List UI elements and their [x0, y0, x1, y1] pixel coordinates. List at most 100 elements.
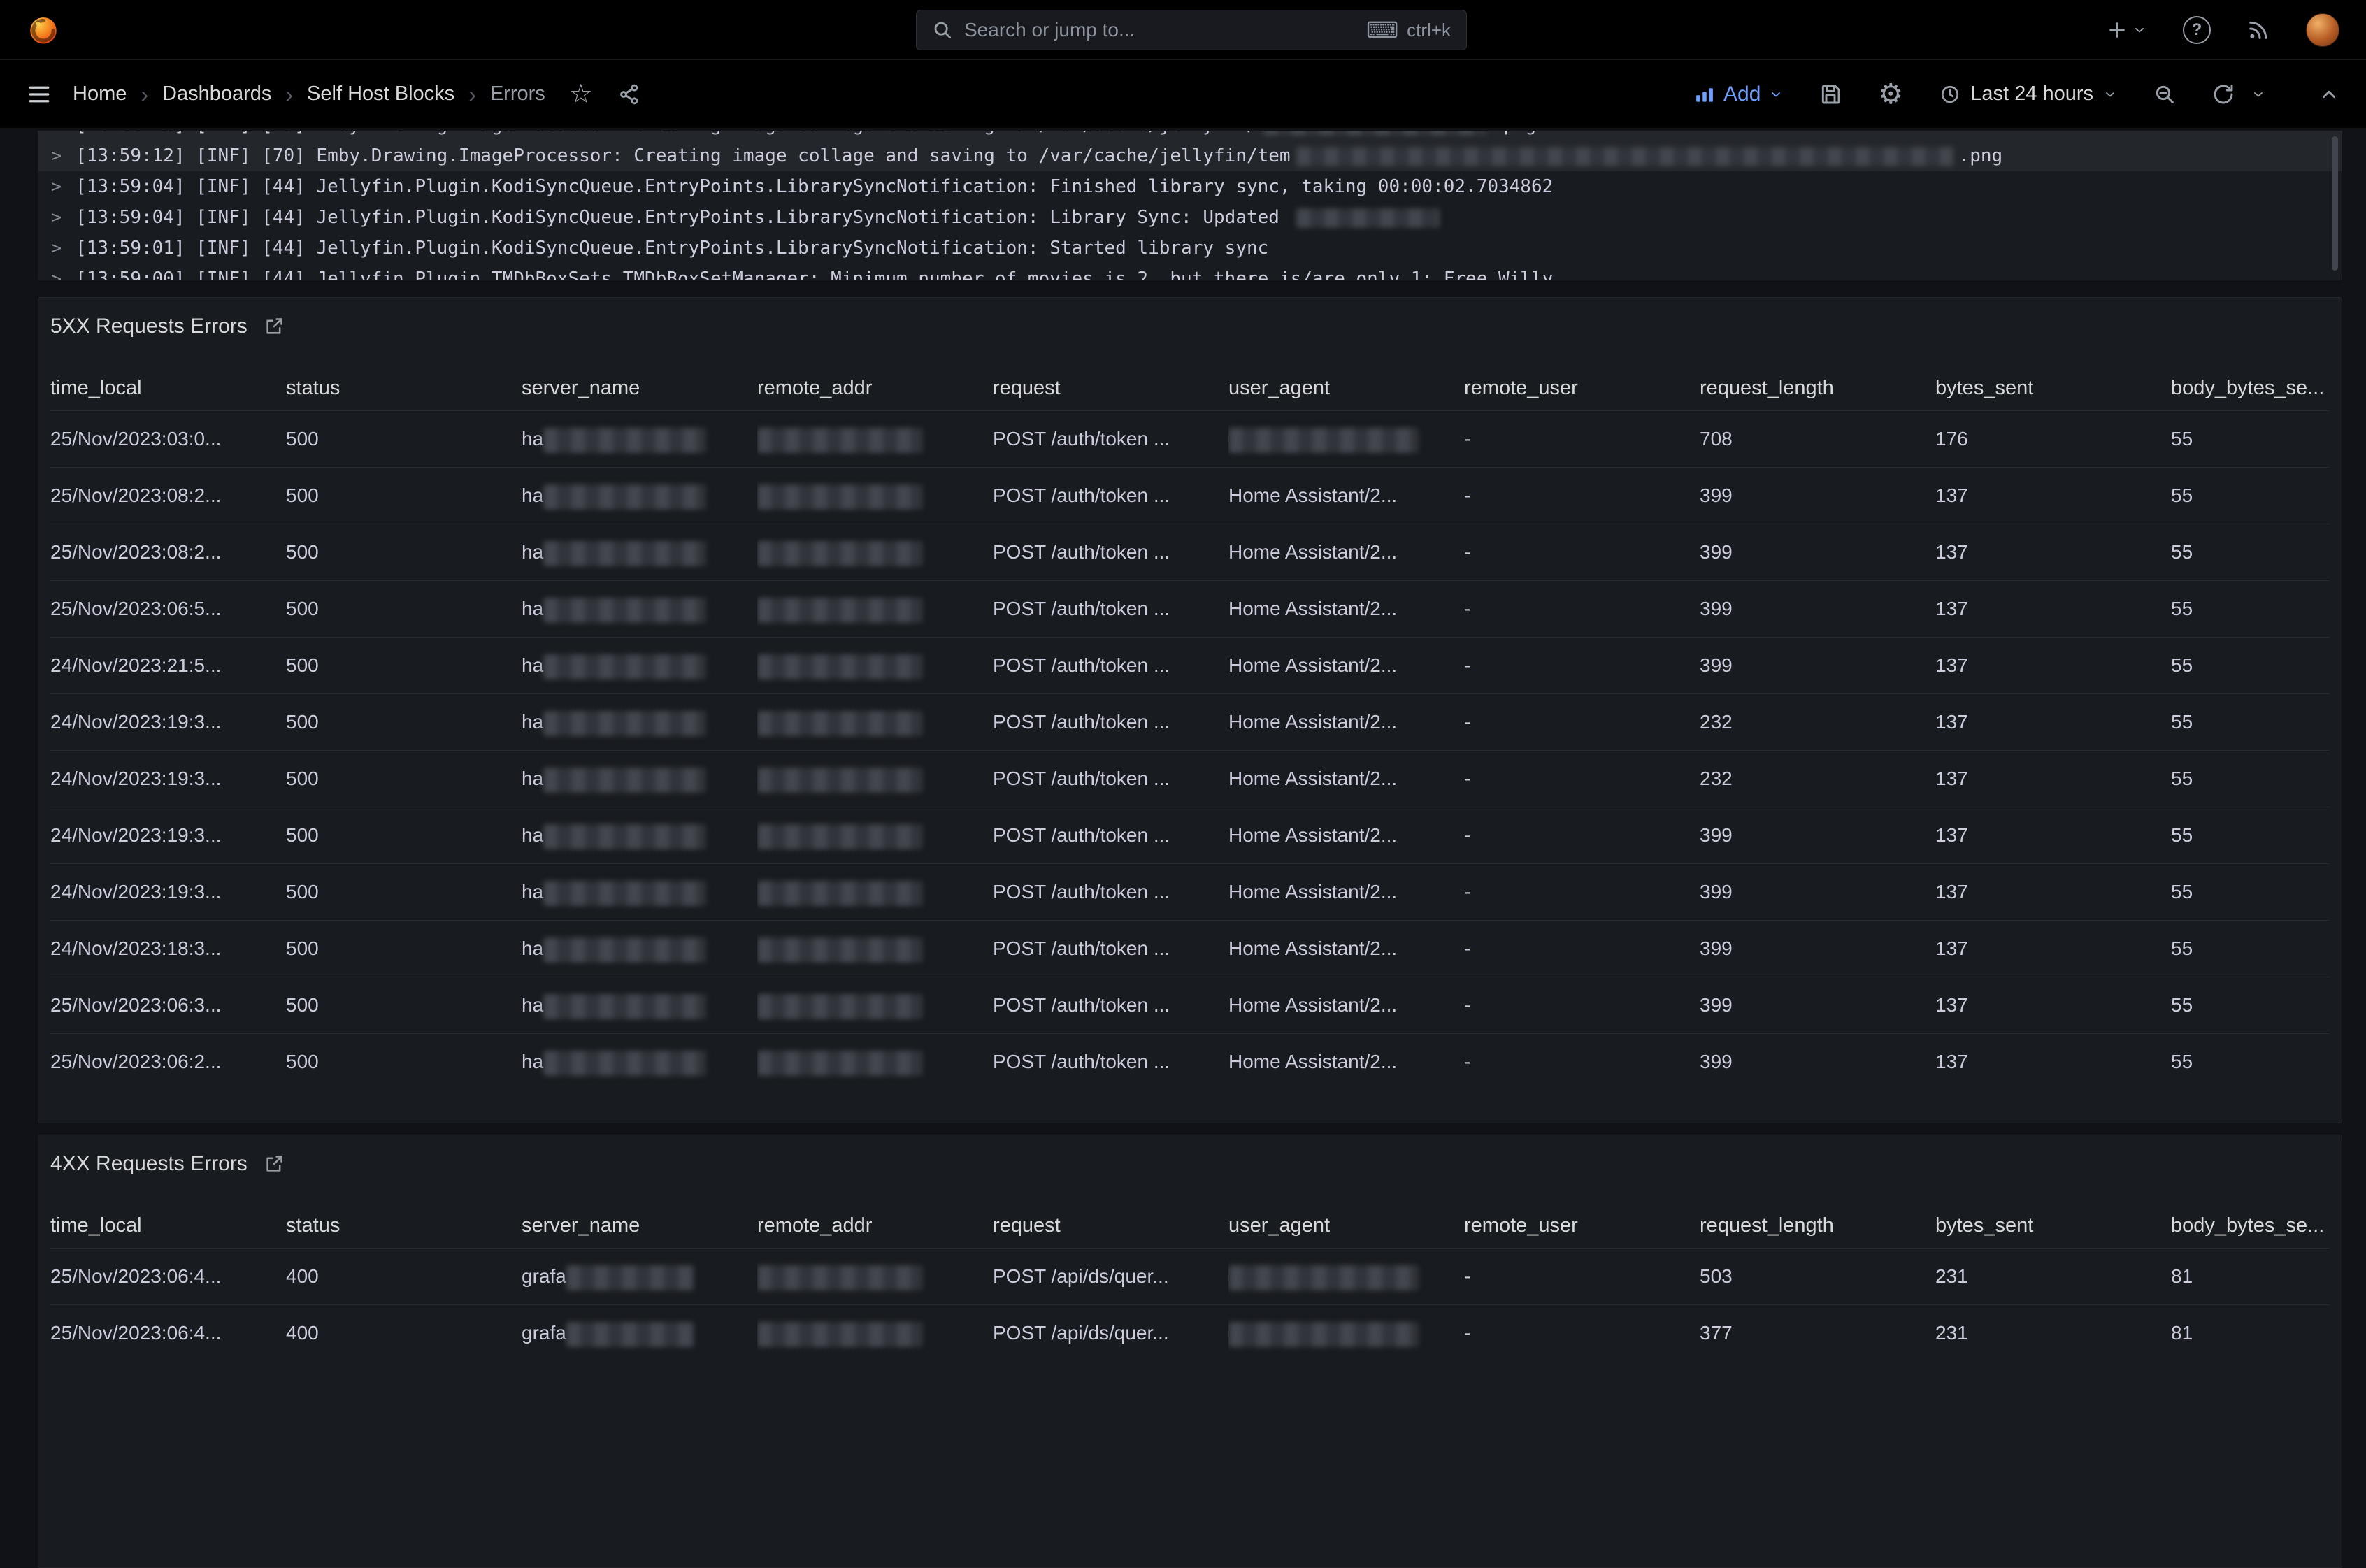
- errors-table-4xx: time_localstatusserver_nameremote_addrre…: [50, 1203, 2330, 1361]
- search-shortcut: ⌨ ctrl+k: [1366, 19, 1451, 41]
- cell-time-local: 25/Nov/2023:06:5...: [50, 581, 286, 637]
- cell-server-name: ha: [522, 1034, 757, 1090]
- redacted-text: [757, 598, 923, 623]
- redacted-text: [757, 768, 923, 793]
- cell-request: POST /auth/token ...: [993, 751, 1228, 807]
- cell-user-agent: Home Assistant/2...: [1228, 524, 1464, 580]
- cell-user-agent: Home Assistant/2...: [1228, 694, 1464, 750]
- column-header-request-length[interactable]: request_length: [1700, 366, 1935, 410]
- cell-user-agent: [1228, 1305, 1464, 1361]
- zoom-out-icon[interactable]: [2153, 83, 2176, 106]
- breadcrumb: Home›Dashboards›Self Host Blocks›Errors: [73, 82, 545, 106]
- cell-bytes-sent: 176: [1935, 411, 2171, 467]
- redacted-text: [543, 937, 706, 963]
- cell-user-agent: [1228, 1249, 1464, 1304]
- column-header-request-length[interactable]: request_length: [1700, 1203, 1935, 1248]
- expand-log-chevron-icon[interactable]: >: [51, 131, 62, 135]
- column-header-body-bytes-se[interactable]: body_bytes_se...: [2171, 366, 2330, 410]
- time-range-picker[interactable]: Last 24 hours: [1940, 82, 2117, 106]
- expand-log-chevron-icon[interactable]: >: [51, 207, 62, 227]
- external-link-icon[interactable]: [264, 1154, 284, 1174]
- plus-icon: [2106, 19, 2128, 41]
- add-panel-button[interactable]: Add: [1694, 82, 1783, 106]
- favorite-star-icon[interactable]: ☆: [569, 81, 593, 108]
- add-menu-button[interactable]: [2106, 19, 2146, 41]
- column-header-time-local[interactable]: time_local: [50, 366, 286, 410]
- expand-log-chevron-icon[interactable]: >: [51, 238, 62, 258]
- cell-request: POST /auth/token ...: [993, 468, 1228, 524]
- log-row[interactable]: >[13:59:04] [INF] [44] Jellyfin.Plugin.K…: [38, 202, 2342, 233]
- gear-icon[interactable]: ⚙: [1878, 80, 1903, 108]
- cell-body-bytes-se: 55: [2171, 977, 2330, 1033]
- cell-remote-addr: [757, 1034, 993, 1090]
- column-header-remote-addr[interactable]: remote_addr: [757, 366, 993, 410]
- hamburger-menu-icon[interactable]: [27, 82, 52, 107]
- cell-bytes-sent: 137: [1935, 638, 2171, 693]
- column-header-request[interactable]: request: [993, 1203, 1228, 1248]
- expand-log-chevron-icon[interactable]: >: [51, 145, 62, 166]
- breadcrumb-item[interactable]: Dashboards: [162, 82, 271, 106]
- help-button[interactable]: ?: [2183, 16, 2211, 44]
- chevron-up-icon[interactable]: [2318, 84, 2339, 105]
- cell-request-length: 399: [1700, 807, 1935, 863]
- column-header-time-local[interactable]: time_local: [50, 1203, 286, 1248]
- refresh-icon[interactable]: [2212, 83, 2235, 106]
- cell-remote-addr: [757, 694, 993, 750]
- column-header-server-name[interactable]: server_name: [522, 1203, 757, 1248]
- column-header-body-bytes-se[interactable]: body_bytes_se...: [2171, 1203, 2330, 1248]
- column-header-remote-user[interactable]: remote_user: [1464, 1203, 1700, 1248]
- redacted-text: [543, 881, 706, 906]
- log-row[interactable]: >[13:59:04] [INF] [44] Jellyfin.Plugin.K…: [38, 171, 2342, 202]
- scrollbar-thumb[interactable]: [2332, 136, 2338, 271]
- dashboard-content: >[13:59:13] [INF] [70] Emby.Drawing.Imag…: [0, 128, 2366, 1568]
- column-header-remote-user[interactable]: remote_user: [1464, 366, 1700, 410]
- log-row[interactable]: >[13:59:13] [INF] [70] Emby.Drawing.Imag…: [38, 131, 2342, 141]
- cell-user-agent: Home Assistant/2...: [1228, 751, 1464, 807]
- column-header-remote-addr[interactable]: remote_addr: [757, 1203, 993, 1248]
- grafana-logo[interactable]: [27, 13, 60, 47]
- cell-time-local: 25/Nov/2023:08:2...: [50, 468, 286, 524]
- cell-server-name: ha: [522, 807, 757, 863]
- user-avatar[interactable]: [2306, 13, 2339, 47]
- table-row: 24/Nov/2023:19:3...500haPOST /auth/token…: [50, 693, 2330, 750]
- share-icon[interactable]: [618, 83, 640, 106]
- log-row[interactable]: >[13:59:00] [INF] [44] Jellyfin.Plugin.T…: [38, 264, 2342, 280]
- column-header-user-agent[interactable]: user_agent: [1228, 1203, 1464, 1248]
- log-row[interactable]: >[13:59:01] [INF] [44] Jellyfin.Plugin.K…: [38, 233, 2342, 264]
- cell-remote-addr: [757, 751, 993, 807]
- cell-remote-user: -: [1464, 1305, 1700, 1361]
- cell-time-local: 24/Nov/2023:21:5...: [50, 638, 286, 693]
- search-input[interactable]: Search or jump to... ⌨ ctrl+k: [916, 10, 1467, 50]
- breadcrumb-separator-icon: ›: [141, 83, 148, 106]
- column-header-server-name[interactable]: server_name: [522, 366, 757, 410]
- news-button[interactable]: [2247, 19, 2270, 41]
- logs-panel: >[13:59:13] [INF] [70] Emby.Drawing.Imag…: [38, 131, 2342, 280]
- cell-bytes-sent: 137: [1935, 751, 2171, 807]
- redacted-text: [1296, 208, 1440, 228]
- breadcrumb-item[interactable]: Home: [73, 82, 127, 106]
- expand-log-chevron-icon[interactable]: >: [51, 176, 62, 196]
- cell-request: POST /auth/token ...: [993, 807, 1228, 863]
- column-header-bytes-sent[interactable]: bytes_sent: [1935, 1203, 2171, 1248]
- cell-bytes-sent: 137: [1935, 524, 2171, 580]
- column-header-bytes-sent[interactable]: bytes_sent: [1935, 366, 2171, 410]
- cell-remote-addr: [757, 1249, 993, 1304]
- refresh-interval-chevron-icon[interactable]: [2251, 87, 2265, 101]
- cell-remote-addr: [757, 468, 993, 524]
- column-header-request[interactable]: request: [993, 366, 1228, 410]
- column-header-user-agent[interactable]: user_agent: [1228, 366, 1464, 410]
- cell-body-bytes-se: 55: [2171, 581, 2330, 637]
- save-dashboard-icon[interactable]: [1819, 83, 1842, 106]
- cell-request: POST /auth/token ...: [993, 864, 1228, 920]
- redacted-text: [757, 1265, 923, 1290]
- column-header-status[interactable]: status: [286, 366, 522, 410]
- breadcrumb-item[interactable]: Self Host Blocks: [307, 82, 454, 106]
- cell-remote-user: -: [1464, 468, 1700, 524]
- column-header-status[interactable]: status: [286, 1203, 522, 1248]
- redacted-text: [543, 598, 706, 623]
- external-link-icon[interactable]: [264, 317, 284, 336]
- redacted-text: [757, 1322, 923, 1347]
- cell-body-bytes-se: 55: [2171, 807, 2330, 863]
- log-row[interactable]: >[13:59:12] [INF] [70] Emby.Drawing.Imag…: [38, 141, 2342, 171]
- expand-log-chevron-icon[interactable]: >: [51, 268, 62, 280]
